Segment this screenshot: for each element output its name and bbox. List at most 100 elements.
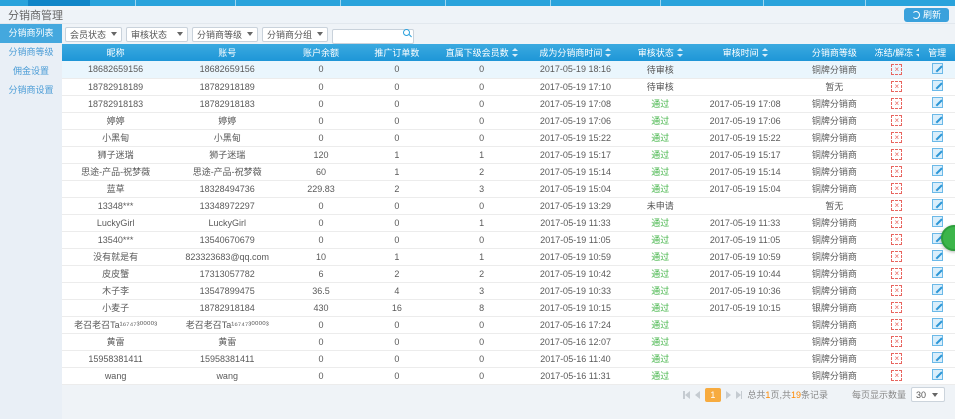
- freeze-cell: [875, 78, 920, 95]
- edit-icon[interactable]: [932, 199, 943, 210]
- filter-select[interactable]: 会员状态: [65, 27, 122, 42]
- edit-icon[interactable]: [932, 284, 943, 295]
- edit-icon[interactable]: [932, 114, 943, 125]
- sort-icon[interactable]: [761, 48, 768, 57]
- table-row: 皮皮蟹173130577826222017-05-19 10:42通过2017-…: [62, 265, 955, 282]
- freeze-icon[interactable]: [891, 81, 902, 92]
- account-cell: 13547899475: [169, 282, 285, 299]
- top-tab-active-segment[interactable]: [28, 0, 90, 6]
- nickname-cell: wang: [62, 367, 169, 384]
- table-row: 小麦子187829181844301682017-05-19 10:15通过20…: [62, 299, 955, 316]
- audit-status-cell: 通过: [625, 129, 696, 146]
- edit-icon[interactable]: [932, 335, 943, 346]
- freeze-icon[interactable]: [891, 285, 902, 296]
- next-page-icon[interactable]: [726, 391, 731, 399]
- refresh-button[interactable]: 刷新: [904, 8, 949, 22]
- nickname-cell: 狮子迷瑞: [62, 146, 169, 163]
- column-header[interactable]: 成为分销商时间: [526, 44, 624, 61]
- freeze-icon[interactable]: [891, 98, 902, 109]
- become-time-cell: 2017-05-19 15:14: [526, 163, 624, 180]
- edit-icon[interactable]: [932, 250, 943, 261]
- total-records: 19: [791, 390, 801, 400]
- edit-icon[interactable]: [932, 97, 943, 108]
- top-tab-bar: [0, 0, 955, 6]
- edit-icon[interactable]: [932, 267, 943, 278]
- freeze-icon[interactable]: [891, 217, 902, 228]
- freeze-icon[interactable]: [891, 319, 902, 330]
- balance-cell: 0: [285, 333, 356, 350]
- edit-icon[interactable]: [932, 369, 943, 380]
- prev-page-icon[interactable]: [695, 391, 700, 399]
- table-row: 狮子迷瑞狮子迷瑞120112017-05-19 15:17通过2017-05-1…: [62, 146, 955, 163]
- balance-cell: 0: [285, 112, 356, 129]
- chevron-down-icon: [111, 32, 117, 36]
- last-page-icon[interactable]: [736, 391, 743, 399]
- become-time-cell: 2017-05-19 17:08: [526, 95, 624, 112]
- edit-icon[interactable]: [932, 301, 943, 312]
- freeze-cell: [875, 146, 920, 163]
- edit-icon[interactable]: [932, 80, 943, 91]
- current-page-button[interactable]: 1: [705, 388, 721, 402]
- audit-status-cell: 待审核: [625, 78, 696, 95]
- freeze-icon[interactable]: [891, 149, 902, 160]
- freeze-icon[interactable]: [891, 64, 902, 75]
- sidebar-item[interactable]: 分销商列表: [0, 24, 62, 43]
- level-cell: 铜牌分销商: [794, 112, 874, 129]
- level-cell: 铜牌分销商: [794, 146, 874, 163]
- orders-cell: 0: [357, 129, 437, 146]
- edit-icon[interactable]: [932, 165, 943, 176]
- freeze-icon[interactable]: [891, 166, 902, 177]
- filter-select[interactable]: 分销商分组: [262, 27, 328, 42]
- search-input[interactable]: [332, 29, 414, 44]
- balance-cell: 0: [285, 197, 356, 214]
- edit-icon[interactable]: [932, 352, 943, 363]
- sidebar-item[interactable]: 分销商设置: [0, 81, 62, 100]
- sort-icon[interactable]: [511, 48, 518, 57]
- members-cell: 3: [437, 180, 526, 197]
- edit-icon[interactable]: [932, 63, 943, 74]
- column-header[interactable]: 直属下级会员数: [437, 44, 526, 61]
- audit-status-cell: 通过: [625, 112, 696, 129]
- sort-icon[interactable]: [604, 48, 611, 57]
- first-page-icon[interactable]: [683, 391, 690, 399]
- freeze-icon[interactable]: [891, 132, 902, 143]
- manage-cell: [919, 316, 955, 333]
- orders-cell: 16: [357, 299, 437, 316]
- nickname-cell: 婷婷: [62, 112, 169, 129]
- freeze-icon[interactable]: [891, 234, 902, 245]
- nickname-cell: LuckyGirl: [62, 214, 169, 231]
- freeze-icon[interactable]: [891, 200, 902, 211]
- sort-icon[interactable]: [915, 48, 919, 57]
- edit-icon[interactable]: [932, 148, 943, 159]
- freeze-icon[interactable]: [891, 183, 902, 194]
- filter-select[interactable]: 分销商等级: [192, 27, 258, 42]
- edit-icon[interactable]: [932, 182, 943, 193]
- column-header[interactable]: 冻结/解冻: [875, 44, 920, 61]
- column-header: 昵称: [62, 44, 169, 61]
- members-cell: 0: [437, 316, 526, 333]
- page-size-select[interactable]: 30: [911, 387, 945, 402]
- sort-icon[interactable]: [676, 48, 683, 57]
- edit-icon[interactable]: [932, 318, 943, 329]
- freeze-icon[interactable]: [891, 336, 902, 347]
- members-cell: 2: [437, 163, 526, 180]
- edit-icon[interactable]: [932, 216, 943, 227]
- become-time-cell: 2017-05-19 15:04: [526, 180, 624, 197]
- freeze-icon[interactable]: [891, 115, 902, 126]
- freeze-icon[interactable]: [891, 251, 902, 262]
- balance-cell: 0: [285, 61, 356, 78]
- table-row: 小黑甸小黑甸0002017-05-19 15:22通过2017-05-19 15…: [62, 129, 955, 146]
- freeze-icon[interactable]: [891, 353, 902, 364]
- sidebar-item[interactable]: 佣金设置: [0, 62, 62, 81]
- freeze-icon[interactable]: [891, 268, 902, 279]
- column-header[interactable]: 审核状态: [625, 44, 696, 61]
- balance-cell: 0: [285, 129, 356, 146]
- filter-select[interactable]: 审核状态: [126, 27, 188, 42]
- edit-icon[interactable]: [932, 131, 943, 142]
- column-header[interactable]: 审核时间: [696, 44, 794, 61]
- freeze-icon[interactable]: [891, 302, 902, 313]
- sidebar-item[interactable]: 分销商等级: [0, 43, 62, 62]
- freeze-icon[interactable]: [891, 370, 902, 381]
- search-icon[interactable]: [403, 29, 410, 36]
- orders-cell: 0: [357, 112, 437, 129]
